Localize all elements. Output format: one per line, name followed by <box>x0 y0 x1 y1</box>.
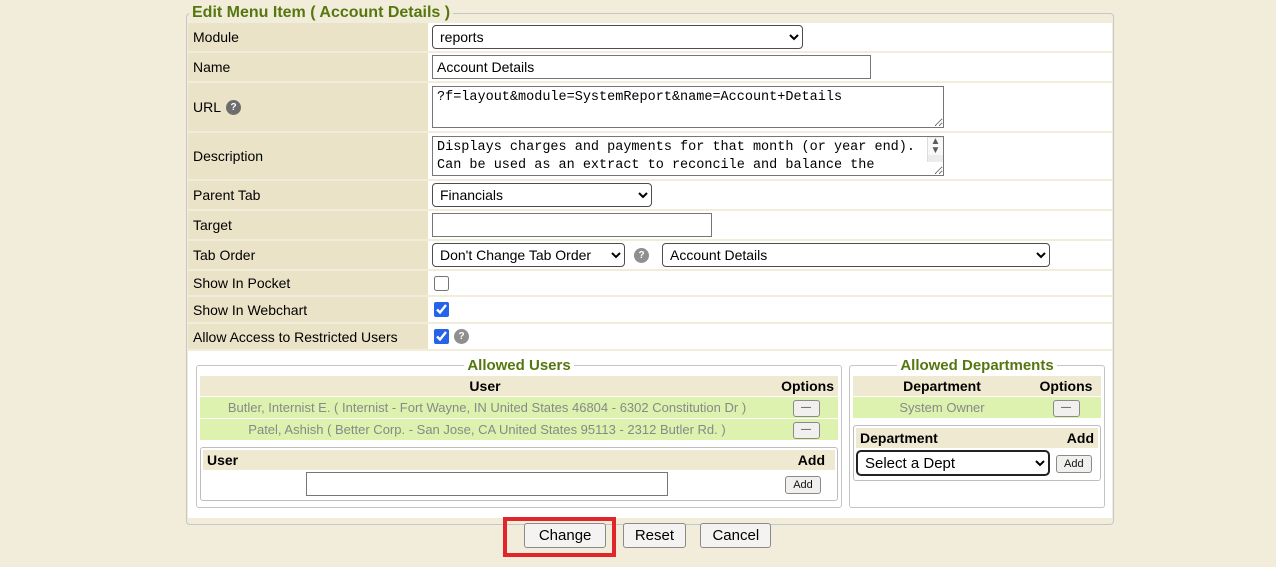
url-row: URL ? ?f=layout&module=SystemReport&name… <box>188 83 1112 131</box>
add-department-button[interactable]: Add <box>1056 455 1092 473</box>
add-user-input[interactable] <box>306 472 668 496</box>
department-row-text: System Owner <box>853 400 1031 415</box>
options-column-header: Options <box>1031 378 1101 394</box>
description-textarea[interactable]: Displays charges and payments for that m… <box>432 136 944 176</box>
edit-menu-item-form: Edit Menu Item ( Account Details ) Modul… <box>186 4 1114 525</box>
scroll-down-icon[interactable]: ▼ <box>928 147 943 156</box>
url-label-cell: URL ? <box>188 83 428 131</box>
add-user-button[interactable]: Add <box>785 476 821 494</box>
description-field-cell: Displays charges and payments for that m… <box>428 133 1112 179</box>
table-row: System Owner — <box>853 397 1101 418</box>
add-department-row: Select a Dept Add <box>856 448 1098 478</box>
add-user-row: Add <box>203 470 835 498</box>
add-column-header: Add <box>761 452 835 468</box>
show-in-webchart-checkbox[interactable] <box>434 302 449 317</box>
allow-restricted-label: Allow Access to Restricted Users <box>188 324 428 349</box>
target-label: Target <box>188 211 428 239</box>
options-column-header: Options <box>770 378 838 394</box>
add-user-box: User Add Add <box>200 447 838 501</box>
permissions-section: Allowed Users User Options Butler, Inter… <box>188 351 1112 518</box>
name-label: Name <box>188 53 428 81</box>
show-in-pocket-row: Show In Pocket <box>188 271 1112 295</box>
change-button[interactable]: Change <box>524 523 607 548</box>
allow-restricted-help-icon[interactable]: ? <box>454 329 469 344</box>
url-textarea[interactable]: ?f=layout&module=SystemReport&name=Accou… <box>432 86 944 128</box>
tab-order-select[interactable]: Don't Change Tab Order <box>432 243 625 267</box>
parent-tab-row: Parent Tab Financials <box>188 181 1112 209</box>
show-in-pocket-checkbox[interactable] <box>434 276 449 291</box>
tab-order-field-cell: Don't Change Tab Order ? Account Details <box>428 241 1112 269</box>
add-user-column-header: User <box>203 452 761 468</box>
allowed-users-title: Allowed Users <box>464 357 573 374</box>
parent-tab-label: Parent Tab <box>188 181 428 209</box>
allow-restricted-checkbox[interactable] <box>434 329 449 344</box>
parent-tab-field-cell: Financials <box>428 181 1112 209</box>
add-department-column-header: Department <box>856 430 1050 446</box>
page-title: Edit Menu Item ( Account Details ) <box>189 4 453 22</box>
reset-button[interactable]: Reset <box>623 523 686 548</box>
change-button-annotation: Change <box>524 523 607 548</box>
allow-restricted-row: Allow Access to Restricted Users ? <box>188 324 1112 349</box>
table-row: Patel, Ashish ( Better Corp. - San Jose,… <box>200 419 838 440</box>
url-field-cell: ?f=layout&module=SystemReport&name=Accou… <box>428 83 1112 131</box>
tab-order-item-select[interactable]: Account Details <box>662 243 1050 267</box>
cancel-button[interactable]: Cancel <box>700 523 771 548</box>
show-in-pocket-field-cell <box>428 271 1112 295</box>
description-scrollbar[interactable]: ▲ ▼ <box>927 137 943 162</box>
parent-tab-select[interactable]: Financials <box>432 183 652 207</box>
target-field-cell <box>428 211 1112 239</box>
user-row-text: Patel, Ashish ( Better Corp. - San Jose,… <box>200 422 774 437</box>
name-field-cell <box>428 53 1112 81</box>
tab-order-label: Tab Order <box>188 241 428 269</box>
url-label: URL <box>193 99 221 115</box>
show-in-webchart-row: Show In Webchart <box>188 297 1112 322</box>
module-label: Module <box>188 23 428 51</box>
name-row: Name <box>188 53 1112 81</box>
department-column-header: Department <box>853 378 1031 394</box>
url-help-icon[interactable]: ? <box>226 100 241 115</box>
allowed-users-fieldset: Allowed Users User Options Butler, Inter… <box>196 357 842 508</box>
module-select[interactable]: reports <box>432 25 803 49</box>
tab-order-help-icon[interactable]: ? <box>634 248 649 263</box>
module-row: Module reports <box>188 23 1112 51</box>
module-field-cell: reports <box>428 23 1112 51</box>
show-in-webchart-field-cell <box>428 297 1112 322</box>
show-in-pocket-label: Show In Pocket <box>188 271 428 295</box>
add-department-header: Department Add <box>856 428 1098 448</box>
user-row-text: Butler, Internist E. ( Internist - Fort … <box>200 400 774 415</box>
allowed-users-header: User Options <box>200 376 838 396</box>
remove-user-button[interactable]: — <box>793 422 820 439</box>
user-column-header: User <box>200 378 770 394</box>
name-input[interactable] <box>432 55 871 79</box>
target-row: Target <box>188 211 1112 239</box>
tab-order-row: Tab Order Don't Change Tab Order ? Accou… <box>188 241 1112 269</box>
description-label: Description <box>188 133 428 179</box>
allowed-departments-fieldset: Allowed Departments Department Options S… <box>849 357 1105 508</box>
remove-user-button[interactable]: — <box>793 400 820 417</box>
add-column-header: Add <box>1050 430 1098 446</box>
department-select[interactable]: Select a Dept <box>856 450 1050 476</box>
allowed-departments-header: Department Options <box>853 376 1101 396</box>
add-department-box: Department Add Select a Dept Add <box>853 425 1101 481</box>
allow-restricted-field-cell: ? <box>428 324 1112 349</box>
form-rows: Module reports Name URL ? <box>188 23 1112 518</box>
description-row: Description Displays charges and payment… <box>188 133 1112 179</box>
edit-menu-item-fieldset: Edit Menu Item ( Account Details ) Modul… <box>186 4 1114 525</box>
add-user-header: User Add <box>203 450 835 470</box>
show-in-webchart-label: Show In Webchart <box>188 297 428 322</box>
remove-department-button[interactable]: — <box>1053 400 1080 417</box>
table-row: Butler, Internist E. ( Internist - Fort … <box>200 397 838 418</box>
target-input[interactable] <box>432 213 712 237</box>
allowed-departments-title: Allowed Departments <box>897 357 1056 374</box>
form-actions: Change Reset Cancel <box>186 523 1114 548</box>
